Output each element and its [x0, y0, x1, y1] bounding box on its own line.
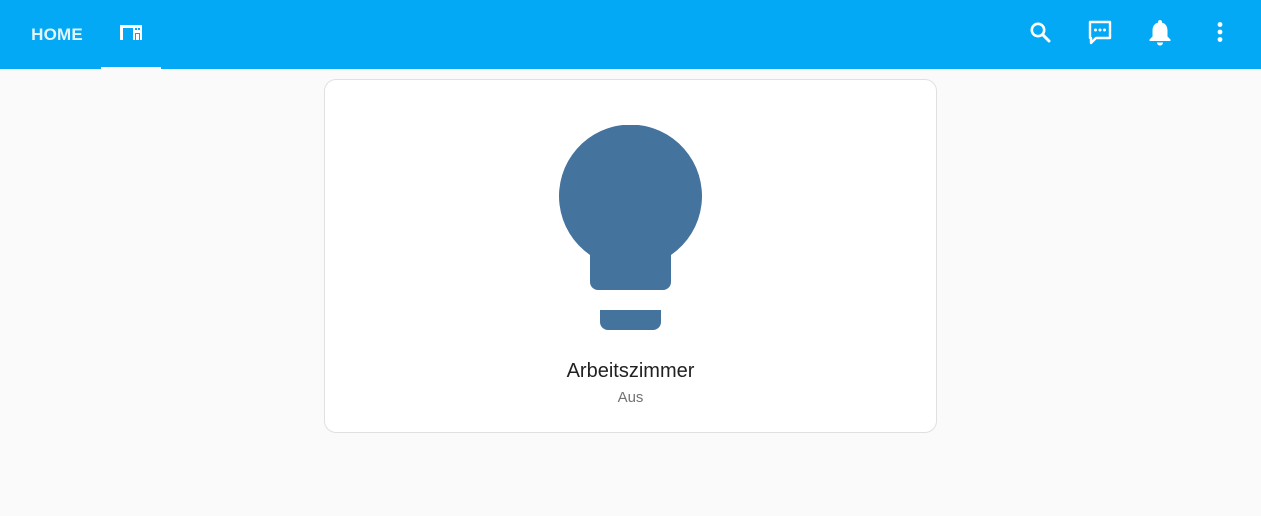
bell-icon [1147, 18, 1173, 51]
tab-home[interactable]: HOME [13, 0, 101, 69]
lightbulb-icon [558, 124, 704, 336]
search-button[interactable] [1020, 14, 1060, 54]
more-menu-button[interactable] [1200, 14, 1240, 54]
tab-home-label: HOME [31, 24, 83, 44]
light-entity-card[interactable]: Arbeitszimmer Aus [324, 79, 937, 433]
assist-chat-icon [1087, 19, 1113, 50]
more-vertical-icon [1208, 20, 1232, 49]
tab-floor-plan[interactable] [101, 0, 161, 69]
entity-name: Arbeitszimmer [566, 360, 695, 382]
floor-plan-icon [118, 21, 144, 48]
entity-state: Aus [617, 389, 644, 406]
search-icon [1028, 20, 1052, 49]
assist-button[interactable] [1080, 14, 1120, 54]
active-tab-indicator [101, 67, 161, 69]
top-app-bar: HOME [0, 0, 1261, 69]
notifications-button[interactable] [1140, 14, 1180, 54]
